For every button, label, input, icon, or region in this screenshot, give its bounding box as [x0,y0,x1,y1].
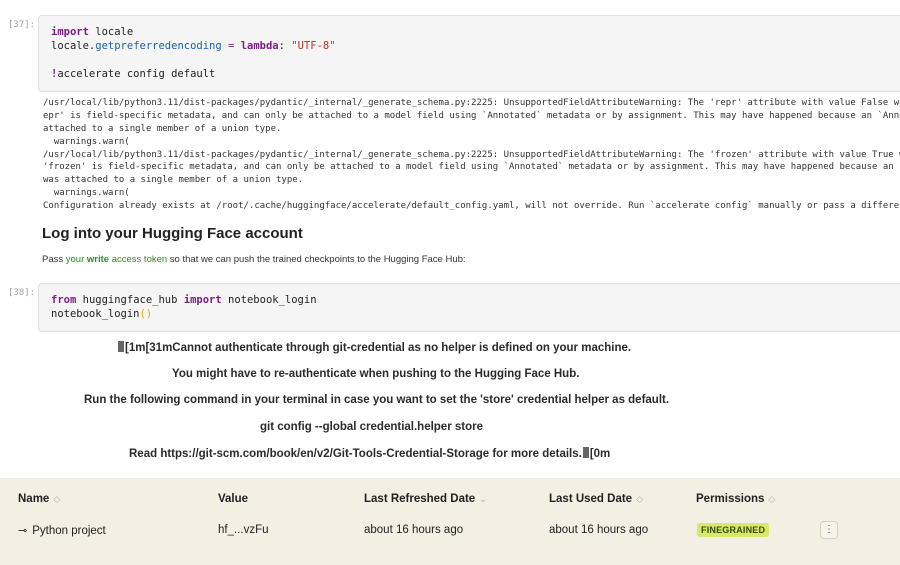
token-value: hf_...vzFu [218,524,269,536]
code-line-1: import locale [51,26,134,38]
code-line-2: notebook_login() [51,308,153,320]
permission-badge: FINEGRAINED [697,523,770,537]
kebab-menu-icon[interactable]: ⋮ [820,521,838,539]
instructions-paragraph: Pass your write access token so that we … [42,254,466,265]
sort-icon[interactable]: ◇ [768,494,775,504]
column-header-value: Value [218,493,249,505]
stderr-line: /usr/local/lib/python3.11/dist-packages/… [43,149,900,160]
stderr-line: epr' is field-specific metadata, and can… [43,110,900,121]
section-heading: Log into your Hugging Face account [42,225,303,242]
stderr-line: Configuration already exists at /root/.c… [43,201,900,212]
access-token-link[interactable]: your write access token [66,254,167,265]
stderr-line: /usr/local/lib/python3.11/dist-packages/… [43,98,900,108]
stderr-line: was attached to a single member of a uni… [43,175,304,186]
token-last-refreshed: about 16 hours ago [364,524,464,536]
para-text-suffix: so that we can push the trained checkpoi… [167,254,466,265]
output-line-2: You might have to re-authenticate when p… [172,368,580,380]
token-name[interactable]: ⊸ Python project [18,524,106,537]
code-line-4: !accelerate config default [51,68,216,80]
output-line-1: [1m[31mCannot authenticate through git-c… [0,341,900,354]
cell-37-prompt: [37]: [8,20,36,30]
stderr-line: warnings.warn( [43,188,130,199]
key-icon: ⊸ [18,525,28,537]
sort-icon[interactable]: ◇ [53,494,60,504]
code-cell-37[interactable]: import locale locale.getpreferredencodin… [38,15,900,92]
code-cell-38[interactable]: from huggingface_hub import notebook_log… [38,283,900,332]
sort-icon[interactable]: ◇ [636,494,643,504]
escape-char-icon [582,447,589,458]
para-text: Pass [42,254,66,265]
output-line-3: Run the following command in your termin… [84,394,670,406]
stderr-line: warnings.warn( [43,136,130,147]
column-header-last-refreshed[interactable]: Last Refreshed Date ⌄ [364,493,487,505]
code-line-1: from huggingface_hub import notebook_log… [51,294,317,306]
cell-38-prompt: [38]: [8,288,36,298]
escape-char-icon [118,341,124,352]
sort-icon[interactable]: ⌄ [479,494,487,504]
access-tokens-table [0,478,900,565]
output-line-5: Read https://git-scm.com/book/en/v2/Git-… [129,447,611,460]
output-line-4: git config --global credential.helper st… [260,421,483,433]
column-header-name[interactable]: Name ◇ [18,493,60,505]
code-line-2: locale.getpreferredencoding = lambda: "U… [51,40,336,52]
token-last-used: about 16 hours ago [549,524,649,536]
stderr-output: /usr/local/lib/python3.11/dist-packages/… [43,97,900,213]
column-header-last-used[interactable]: Last Used Date ◇ [549,493,643,505]
stderr-line: 'frozen' is field-specific metadata, and… [43,162,900,173]
column-header-permissions[interactable]: Permissions ◇ [696,493,775,505]
stderr-line: attached to a single member of a union t… [43,123,282,134]
